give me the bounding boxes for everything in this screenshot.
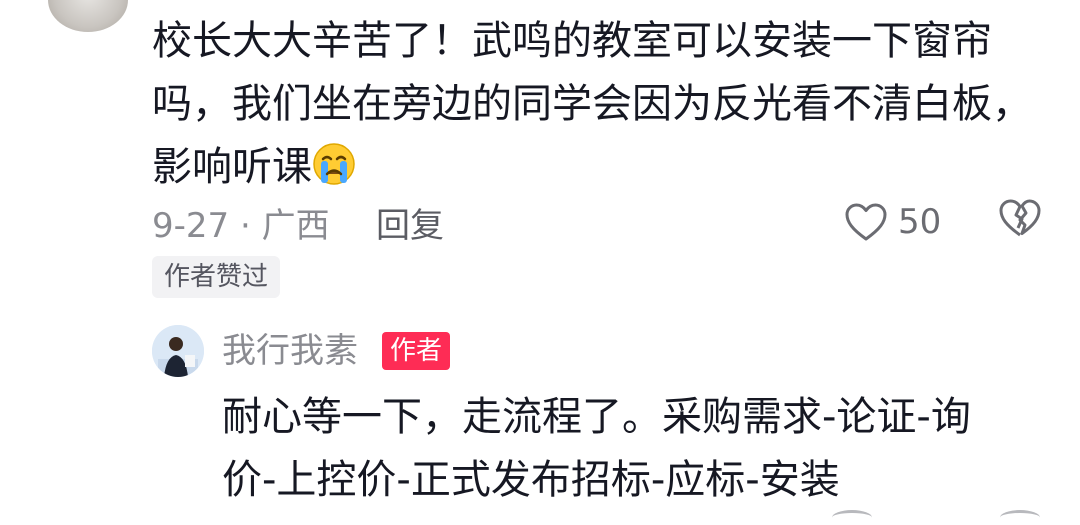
comment-date-location: 9-27 · 广西: [152, 205, 330, 246]
reply-body: 耐心等一下，走流程了。采购需求-论证-询价-上控价-正式发布招标-应标-安装: [222, 394, 971, 503]
crying-face-emoji-icon: [313, 143, 355, 185]
author-badge: 作者: [382, 332, 451, 370]
comment-meta-row: 9-27 · 广西 回复 50: [152, 196, 1052, 248]
dislike-button[interactable]: [998, 198, 1042, 247]
like-count: 50: [898, 202, 942, 242]
reply-username[interactable]: 我行我素: [222, 328, 358, 374]
heart-outline-icon[interactable]: [844, 202, 888, 242]
comment-text: 校长大大辛苦了！武鸣的教室可以安装一下窗帘吗，我们坐在旁边的同学会因为反光看不清…: [152, 18, 1032, 190]
reply-author-avatar[interactable]: [152, 325, 204, 377]
broken-heart-icon[interactable]: [998, 198, 1042, 238]
author-liked-tag: 作者赞过: [152, 256, 281, 298]
like-button[interactable]: 50: [844, 202, 941, 242]
reply-button[interactable]: 回复: [376, 198, 444, 247]
commenter-avatar[interactable]: [48, 0, 128, 32]
heart-outline-icon[interactable]: [832, 510, 872, 525]
broken-heart-icon[interactable]: [1000, 510, 1040, 525]
person-avatar-icon: [152, 325, 204, 377]
comment-body: 校长大大辛苦了！武鸣的教室可以安装一下窗帘吗，我们坐在旁边的同学会因为反光看不清…: [152, 10, 1032, 199]
